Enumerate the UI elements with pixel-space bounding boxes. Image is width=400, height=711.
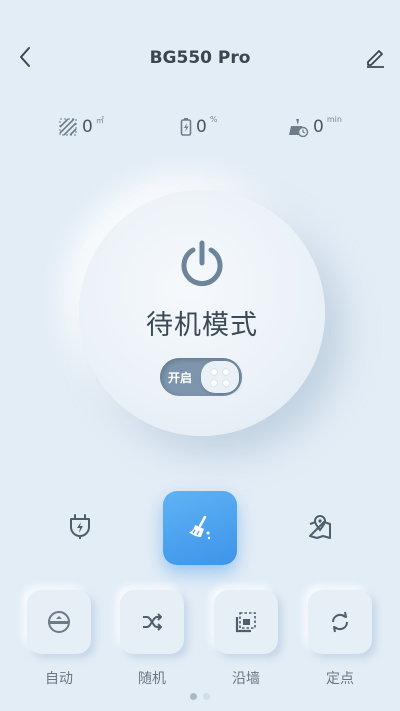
area-unit: ㎡ bbox=[95, 116, 104, 125]
knob-dot bbox=[211, 380, 217, 386]
mode-auto-label: 自动 bbox=[45, 671, 73, 687]
pencil-icon bbox=[367, 50, 384, 68]
toggle-knob[interactable] bbox=[201, 361, 239, 393]
auto-robot-icon bbox=[48, 611, 70, 633]
spot-refresh-icon bbox=[331, 611, 349, 633]
mode-wall-label: 沿墙 bbox=[232, 671, 260, 687]
top-bar: BG550 Pro bbox=[0, 30, 400, 88]
page-indicator bbox=[0, 693, 400, 700]
edit-button[interactable] bbox=[360, 42, 390, 72]
map-location-icon bbox=[309, 515, 331, 539]
time-stat: 0 min bbox=[287, 110, 342, 144]
clean-button[interactable] bbox=[163, 491, 237, 565]
mode-spot-box[interactable] bbox=[308, 590, 372, 654]
mode-selector: 自动 随机 沿墙 定点 bbox=[0, 590, 400, 690]
page-dot[interactable] bbox=[203, 693, 210, 700]
page-title: BG550 Pro bbox=[149, 48, 251, 68]
page-dot-active[interactable] bbox=[190, 693, 197, 700]
area-icon bbox=[59, 118, 77, 136]
start-toggle[interactable]: 开启 bbox=[160, 358, 242, 396]
time-unit: min bbox=[326, 115, 342, 124]
charge-dock-icon bbox=[70, 514, 90, 539]
mode-random[interactable]: 随机 bbox=[120, 590, 184, 688]
wall-follow-icon bbox=[235, 612, 256, 633]
battery-value: 0 bbox=[196, 117, 207, 137]
map-button[interactable] bbox=[298, 505, 342, 549]
power-button[interactable] bbox=[174, 236, 230, 292]
stats-row: 0 ㎡ 0 % 0 min bbox=[0, 110, 400, 144]
knob-dot bbox=[223, 380, 229, 386]
mode-wall[interactable]: 沿墙 bbox=[214, 590, 278, 688]
clean-time-icon bbox=[289, 119, 309, 137]
battery-icon bbox=[180, 118, 192, 136]
shuffle-icon bbox=[143, 613, 162, 631]
broom-icon bbox=[189, 515, 211, 540]
battery-stat: 0 % bbox=[180, 110, 217, 144]
time-value: 0 bbox=[313, 117, 324, 137]
mode-status-text: 待机模式 bbox=[146, 310, 258, 341]
control-dial: 待机模式 开启 bbox=[79, 190, 325, 436]
mode-wall-box[interactable] bbox=[214, 590, 278, 654]
mode-spot[interactable]: 定点 bbox=[308, 590, 372, 688]
mode-spot-label: 定点 bbox=[326, 671, 354, 687]
mode-auto-box[interactable] bbox=[27, 590, 91, 654]
mode-random-label: 随机 bbox=[138, 671, 166, 687]
mode-random-box[interactable] bbox=[120, 590, 184, 654]
recharge-button[interactable] bbox=[58, 505, 102, 549]
toggle-label: 开启 bbox=[168, 371, 193, 385]
knob-dot bbox=[211, 369, 217, 375]
status-bar bbox=[0, 0, 400, 30]
battery-unit: % bbox=[209, 115, 218, 124]
power-icon bbox=[181, 240, 223, 287]
area-value: 0 bbox=[82, 117, 93, 137]
area-stat: 0 ㎡ bbox=[58, 110, 104, 144]
knob-dot bbox=[223, 369, 229, 375]
mode-auto[interactable]: 自动 bbox=[27, 590, 91, 688]
